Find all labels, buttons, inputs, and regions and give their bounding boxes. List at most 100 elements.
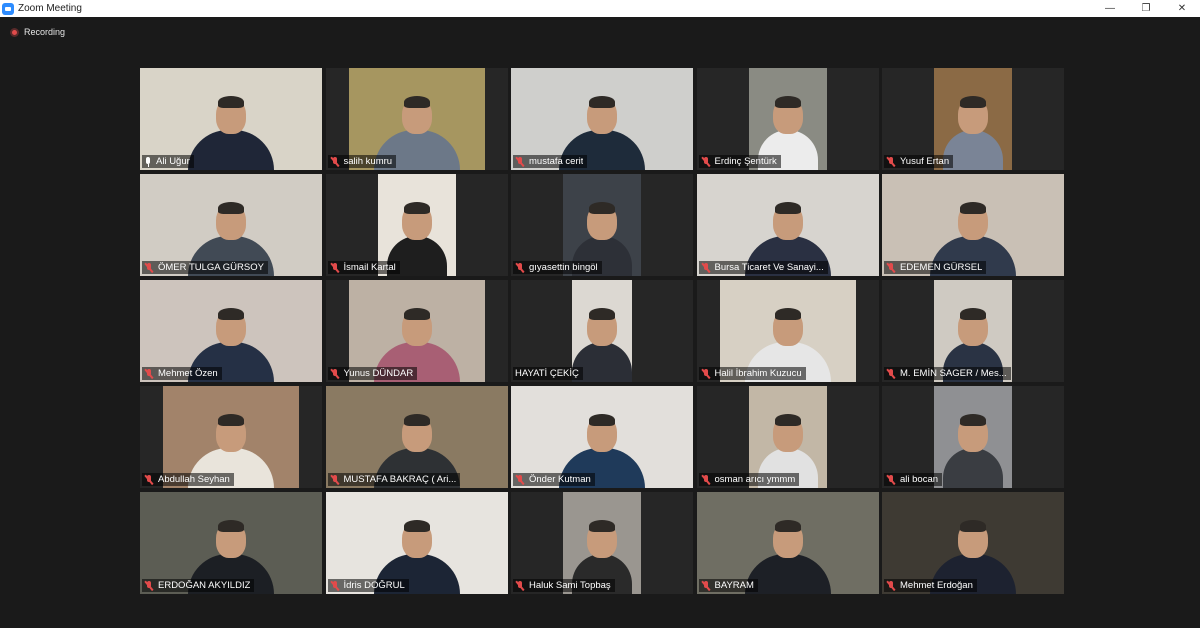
participant-name-tag: mustafa cerit: [513, 155, 588, 168]
participant-name: Yunus DÜNDAR: [343, 368, 414, 379]
participant-tile[interactable]: Erdinç Şentürk: [696, 68, 879, 170]
microphone-muted-icon: [701, 474, 712, 485]
participant-name: HAYATİ ÇEKİÇ: [515, 368, 579, 379]
participant-tile[interactable]: ÖMER TULGA GÜRSOY: [140, 174, 322, 276]
participant-tile[interactable]: osman arıcı ymmm: [696, 386, 879, 488]
microphone-muted-icon: [144, 580, 155, 591]
microphone-muted-icon: [886, 474, 897, 485]
participant-name-tag: Haluk Sami Topbaş: [513, 579, 615, 592]
microphone-muted-icon: [515, 262, 526, 273]
participant-name-tag: HAYATİ ÇEKİÇ: [513, 367, 583, 380]
participant-tile[interactable]: İdris DOĞRUL: [325, 492, 508, 594]
participant-name-tag: İdris DOĞRUL: [327, 579, 409, 592]
participant-name: EDEMEN GÜRSEL: [900, 262, 983, 273]
microphone-muted-icon: [144, 368, 155, 379]
zoom-app-icon: [2, 2, 14, 15]
participant-name-tag: İsmail Kartal: [327, 261, 400, 274]
microphone-muted-icon: [701, 156, 712, 167]
microphone-muted-icon: [515, 156, 526, 167]
participant-name: Erdinç Şentürk: [714, 156, 777, 167]
microphone-icon: [144, 156, 153, 167]
participant-tile[interactable]: Haluk Sami Topbaş: [511, 492, 693, 594]
participant-tile[interactable]: BAYRAM: [696, 492, 879, 594]
participant-name: Yusuf Ertan: [900, 156, 950, 167]
participant-tile[interactable]: Mehmet Özen: [140, 280, 322, 382]
participant-silhouette: [188, 96, 274, 170]
participant-name: Ali Uğur: [156, 156, 190, 167]
participant-name-tag: BAYRAM: [698, 579, 758, 592]
participant-tile[interactable]: Yunus DÜNDAR: [325, 280, 508, 382]
participant-name: Mehmet Özen: [158, 368, 218, 379]
participant-name-tag: salih kumru: [327, 155, 397, 168]
microphone-muted-icon: [701, 580, 712, 591]
participant-name-tag: Yunus DÜNDAR: [327, 367, 418, 380]
participant-name: MUSTAFA BAKRAÇ ( Ari...: [343, 474, 457, 485]
participant-name-tag: osman arıcı ymmm: [698, 473, 800, 486]
participant-name: İdris DOĞRUL: [343, 580, 405, 591]
microphone-muted-icon: [886, 368, 897, 379]
participant-name: Abdullah Seyhan: [158, 474, 230, 485]
close-button[interactable]: ✕: [1164, 0, 1200, 17]
participant-tile[interactable]: ali bocan: [882, 386, 1064, 488]
participant-tile[interactable]: Ali Uğur: [140, 68, 322, 170]
participant-tile[interactable]: Abdullah Seyhan: [140, 386, 322, 488]
participant-tile[interactable]: EDEMEN GÜRSEL: [882, 174, 1064, 276]
participant-tile[interactable]: Önder Kutman: [511, 386, 693, 488]
microphone-muted-icon: [515, 580, 526, 591]
participant-name: Önder Kutman: [529, 474, 591, 485]
participant-tile[interactable]: Mehmet Erdoğan: [882, 492, 1064, 594]
participant-tile[interactable]: mustafa cerit: [511, 68, 693, 170]
participant-tile[interactable]: MUSTAFA BAKRAÇ ( Ari...: [325, 386, 508, 488]
participant-name: salih kumru: [343, 156, 393, 167]
microphone-muted-icon: [886, 156, 897, 167]
participant-name: gıyasettin bingöl: [529, 262, 598, 273]
participant-name-tag: Ali Uğur: [142, 155, 194, 168]
participant-name: ÖMER TULGA GÜRSOY: [158, 262, 264, 273]
participant-name-tag: Önder Kutman: [513, 473, 595, 486]
microphone-muted-icon: [330, 474, 341, 485]
participant-name: M. EMİN SAGER / Mes...: [900, 368, 1007, 379]
participant-name-tag: Mehmet Erdoğan: [884, 579, 977, 592]
participant-name-tag: ERDOĞAN AKYILDIZ: [142, 579, 255, 592]
restore-button[interactable]: ❐: [1128, 0, 1164, 17]
participant-tile[interactable]: M. EMİN SAGER / Mes...: [882, 280, 1064, 382]
microphone-muted-icon: [330, 580, 341, 591]
participant-name: ali bocan: [900, 474, 939, 485]
participant-name: Mehmet Erdoğan: [900, 580, 973, 591]
microphone-muted-icon: [886, 580, 897, 591]
microphone-muted-icon: [330, 368, 341, 379]
participant-name: BAYRAM: [714, 580, 754, 591]
microphone-muted-icon: [886, 262, 897, 273]
participant-tile[interactable]: HAYATİ ÇEKİÇ: [511, 280, 693, 382]
participant-name-tag: Mehmet Özen: [142, 367, 222, 380]
recording-indicator[interactable]: Recording: [10, 27, 65, 37]
participant-tile[interactable]: gıyasettin bingöl: [511, 174, 693, 276]
window-controls: — ❐ ✕: [1092, 0, 1200, 17]
microphone-muted-icon: [144, 262, 155, 273]
participant-name-tag: Yusuf Ertan: [884, 155, 954, 168]
participant-tile[interactable]: ERDOĞAN AKYILDIZ: [140, 492, 322, 594]
participant-video: [934, 386, 1012, 488]
microphone-muted-icon: [330, 262, 341, 273]
microphone-muted-icon: [701, 368, 712, 379]
minimize-button[interactable]: —: [1092, 0, 1128, 17]
participant-tile[interactable]: Halil İbrahim Kuzucu: [696, 280, 879, 382]
participant-name: Halil İbrahim Kuzucu: [714, 368, 802, 379]
participant-name-tag: Abdullah Seyhan: [142, 473, 234, 486]
microphone-muted-icon: [144, 474, 155, 485]
participant-tile[interactable]: İsmail Kartal: [325, 174, 508, 276]
participant-name-tag: gıyasettin bingöl: [513, 261, 602, 274]
microphone-muted-icon: [701, 262, 712, 273]
microphone-muted-icon: [515, 474, 526, 485]
microphone-muted-icon: [330, 156, 341, 167]
participant-name: İsmail Kartal: [343, 262, 396, 273]
participant-silhouette: [943, 414, 1003, 488]
participant-tile[interactable]: Bursa Ticaret Ve Sanayi...: [696, 174, 879, 276]
participant-name-tag: ÖMER TULGA GÜRSOY: [142, 261, 268, 274]
window-title: Zoom Meeting: [18, 3, 82, 14]
participant-name-tag: EDEMEN GÜRSEL: [884, 261, 987, 274]
title-bar: Zoom Meeting — ❐ ✕: [0, 0, 1200, 17]
participant-tile[interactable]: salih kumru: [325, 68, 508, 170]
participant-name: osman arıcı ymmm: [714, 474, 796, 485]
participant-tile[interactable]: Yusuf Ertan: [882, 68, 1064, 170]
